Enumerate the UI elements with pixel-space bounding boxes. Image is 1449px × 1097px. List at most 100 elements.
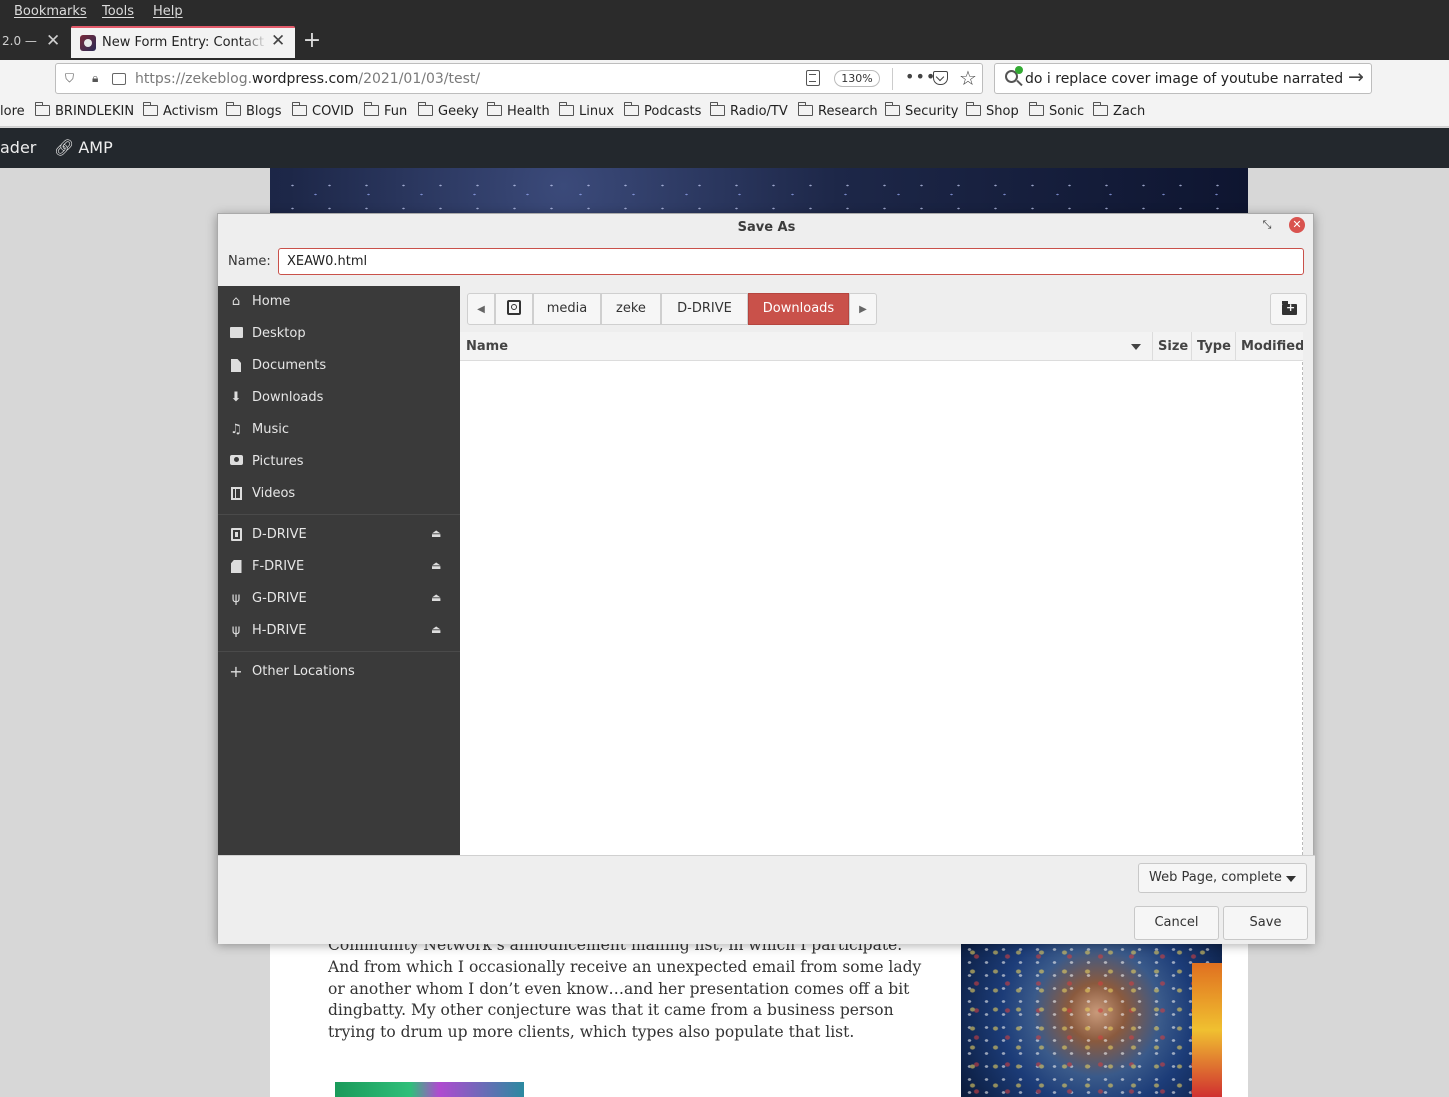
page-toolbar: ader 🔗︎ AMP	[0, 128, 1449, 168]
sidebar-item-pictures[interactable]: Pictures	[218, 446, 460, 478]
bookmark-folder[interactable]: Research	[798, 102, 878, 119]
bookmarks-bar: lore BRINDLEKIN Activism Blogs COVID Fun…	[0, 98, 1449, 127]
arrow-right-icon[interactable]: →	[1348, 66, 1364, 88]
file-list-header: Name Size Type Modified	[460, 332, 1303, 361]
menu-bar: Bookmarks Tools Help	[0, 0, 1449, 24]
bookmark-item[interactable]: lore	[0, 104, 25, 119]
nav-bar: ⛉ 🔒︎ https://zekeblog.wordpress.com/2021…	[0, 60, 1449, 98]
videos-icon	[229, 487, 243, 501]
folder-icon	[710, 102, 725, 116]
bookmark-folder[interactable]: Shop	[966, 102, 1019, 119]
new-tab-button[interactable]: +	[301, 26, 323, 56]
folder-icon	[559, 102, 574, 116]
eject-icon[interactable]: ⏏	[431, 591, 441, 604]
folder-icon	[226, 102, 241, 116]
reader-link[interactable]: ader	[0, 138, 36, 157]
path-crumb-d-drive[interactable]: D-DRIVE	[661, 293, 748, 325]
article-text: Community Network’s announcement mailing…	[328, 936, 922, 1042]
tracking-shield-icon[interactable]: ⛉	[65, 71, 74, 86]
url-text[interactable]: https://zekeblog.wordpress.com/2021/01/0…	[135, 71, 480, 87]
bookmark-folder[interactable]: Geeky	[418, 102, 479, 119]
pocket-icon[interactable]	[933, 71, 948, 85]
sidebar-item-d-drive[interactable]: D-DRIVE ⏏	[218, 519, 460, 551]
menu-help[interactable]: Help	[153, 4, 183, 19]
chevron-down-icon	[1286, 876, 1296, 882]
zoom-level[interactable]: 130%	[834, 70, 880, 87]
sidebar-item-videos[interactable]: Videos	[218, 478, 460, 510]
file-list[interactable]: Name Size Type Modified	[460, 332, 1303, 855]
file-type-select[interactable]: Web Page, complete	[1138, 863, 1307, 893]
bookmark-folder[interactable]: Linux	[559, 102, 614, 119]
eject-icon[interactable]: ⏏	[431, 527, 441, 540]
save-button[interactable]: Save	[1223, 906, 1308, 940]
new-folder-icon	[1282, 301, 1297, 315]
bookmark-star-icon[interactable]: ☆	[959, 66, 977, 90]
bookmark-folder[interactable]: Podcasts	[624, 102, 701, 119]
column-name[interactable]: Name	[460, 332, 1146, 361]
sidebar-item-g-drive[interactable]: ψ G-DRIVE ⏏	[218, 583, 460, 615]
sidebar-item-home[interactable]: ⌂ Home	[218, 286, 460, 318]
divider	[218, 651, 460, 652]
close-dialog-button[interactable]: ✕	[1289, 217, 1305, 233]
eject-icon[interactable]: ⏏	[431, 623, 441, 636]
column-type[interactable]: Type	[1191, 332, 1235, 361]
bookmark-folder[interactable]: Health	[487, 102, 550, 119]
folder-icon	[798, 102, 813, 116]
restore-icon[interactable]: ⤡	[1261, 219, 1273, 231]
path-forward-button[interactable]: ▶	[849, 293, 877, 325]
sidebar-item-documents[interactable]: Documents	[218, 350, 460, 382]
bookmark-folder[interactable]: Activism	[143, 102, 218, 119]
bookmark-folder[interactable]: BRINDLEKIN	[35, 102, 134, 119]
bookmark-folder[interactable]: Sonic	[1029, 102, 1084, 119]
bookmark-folder[interactable]: Radio/TV	[710, 102, 788, 119]
save-as-dialog: Save As ⤡ ✕ Name: ⌂ Home Desktop Documen…	[217, 213, 1315, 944]
eject-icon[interactable]: ⏏	[431, 559, 441, 572]
downloads-icon: ⬇	[230, 390, 242, 405]
reader-view-icon[interactable]	[806, 70, 820, 86]
drive-icon	[507, 300, 521, 315]
close-tab-icon[interactable]: ✕	[271, 31, 285, 51]
sidebar-item-desktop[interactable]: Desktop	[218, 318, 460, 350]
new-folder-button[interactable]	[1270, 293, 1307, 325]
close-tab-icon[interactable]: ✕	[46, 31, 60, 51]
sidebar-item-downloads[interactable]: ⬇ Downloads	[218, 382, 460, 414]
tab-previous[interactable]: 2.0 — ✕	[0, 24, 70, 60]
cancel-button[interactable]: Cancel	[1134, 906, 1219, 940]
header-image	[270, 168, 1248, 214]
path-back-button[interactable]: ◀	[467, 293, 495, 325]
sort-descending-icon[interactable]	[1131, 344, 1141, 350]
home-icon: ⌂	[231, 294, 241, 309]
folder-icon	[143, 102, 158, 116]
path-crumb-media[interactable]: media	[533, 293, 601, 325]
sidebar-item-f-drive[interactable]: F-DRIVE ⏏	[218, 551, 460, 583]
bookmark-folder[interactable]: Zach	[1093, 102, 1145, 119]
bookmark-folder[interactable]: Blogs	[226, 102, 282, 119]
menu-bookmarks[interactable]: Bookmarks	[14, 4, 87, 19]
bookmark-folder[interactable]: COVID	[292, 102, 354, 119]
url-bar[interactable]: ⛉ 🔒︎ https://zekeblog.wordpress.com/2021…	[55, 63, 983, 94]
folder-icon	[418, 102, 433, 116]
permissions-icon[interactable]	[112, 73, 126, 85]
bookmark-folder[interactable]: Fun	[364, 102, 407, 119]
tab-active[interactable]: New Form Entry: Contact For ✕	[71, 26, 295, 58]
column-modified[interactable]: Modified	[1235, 332, 1303, 361]
path-crumb-downloads[interactable]: Downloads	[748, 293, 849, 325]
folder-icon	[292, 102, 307, 116]
bookmark-folder[interactable]: Security	[885, 102, 958, 119]
amp-link[interactable]: 🔗︎ AMP	[54, 138, 113, 157]
sidebar-item-h-drive[interactable]: ψ H-DRIVE ⏏	[218, 615, 460, 647]
search-bar[interactable]: do i replace cover image of youtube narr…	[994, 63, 1372, 94]
lock-icon[interactable]: 🔒︎	[92, 71, 98, 86]
more-actions-icon[interactable]: •••	[905, 67, 936, 86]
menu-tools[interactable]: Tools	[102, 4, 134, 19]
filename-input[interactable]	[278, 248, 1304, 275]
divider	[892, 68, 893, 90]
path-root-button[interactable]	[495, 293, 533, 325]
sidebar-item-music[interactable]: ♫ Music	[218, 414, 460, 446]
documents-icon	[229, 359, 243, 373]
search-input[interactable]: do i replace cover image of youtube narr…	[1025, 71, 1345, 87]
sidebar-item-other-locations[interactable]: + Other Locations	[218, 656, 460, 688]
folder-icon	[487, 102, 502, 116]
column-size[interactable]: Size	[1152, 332, 1190, 361]
path-crumb-zeke[interactable]: zeke	[601, 293, 661, 325]
